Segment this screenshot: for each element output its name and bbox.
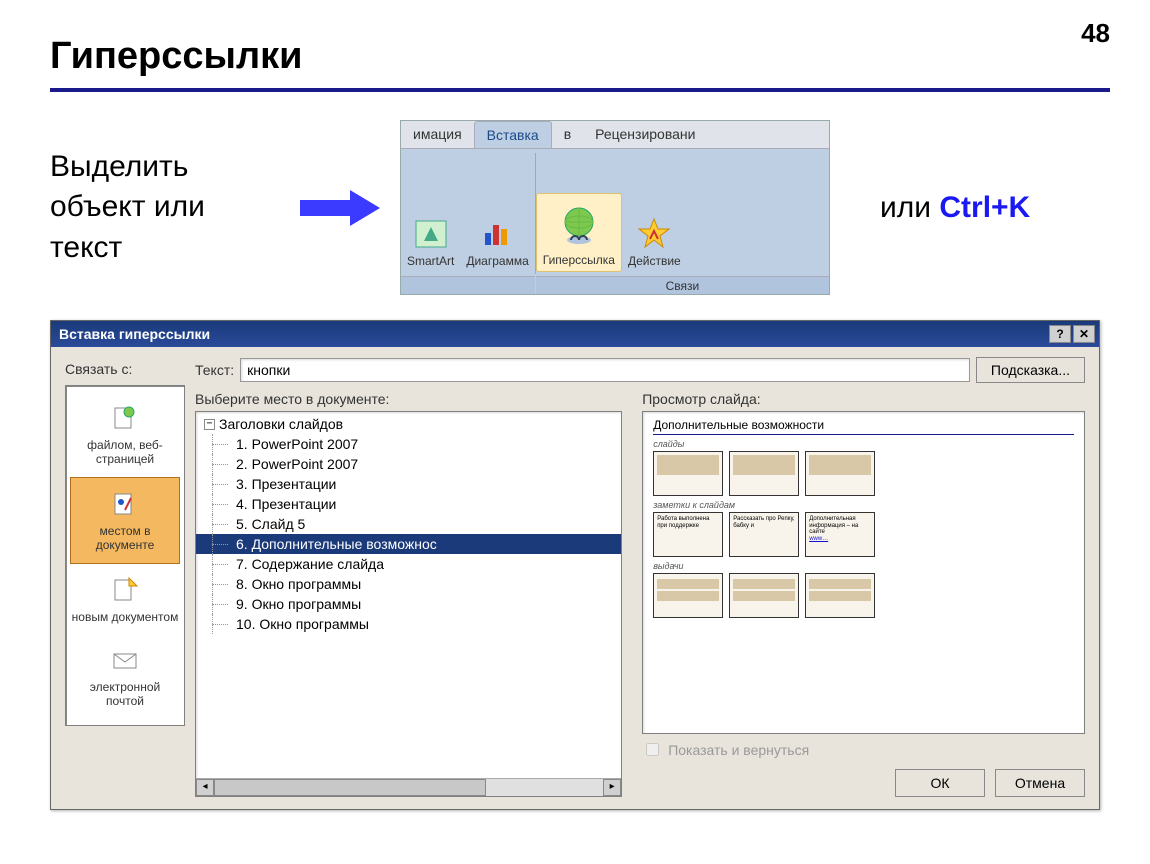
ribbon-snippet: имацияВставкавРецензировани SmartArt Диа [400,120,830,295]
preview-thumb [805,451,875,496]
tree-item[interactable]: 5. Слайд 5 [196,514,621,534]
scroll-left-icon[interactable]: ◂ [196,779,214,796]
place-tree[interactable]: − Заголовки слайдов 1. PowerPoint 20072.… [195,411,622,797]
ribbon-chart[interactable]: Диаграмма [460,210,534,272]
link-with-label: Связать с: [65,357,132,377]
sidebar-item-label: электронной почтой [70,680,180,709]
tree-item[interactable]: 8. Окно программы [196,574,621,594]
sidebar-item[interactable]: местом в документе [70,477,180,564]
show-return-label: Показать и вернуться [668,742,809,758]
sidebar-icon [109,402,141,434]
tree-item[interactable]: 9. Окно программы [196,594,621,614]
h-scrollbar[interactable]: ◂ ▸ [196,778,621,796]
preview-thumb [729,451,799,496]
preview-slide-title: Дополнительные возможности [653,418,1074,435]
titlebar: Вставка гиперссылки ? ✕ [51,321,1099,347]
page-title: Гиперссылки [50,35,1110,92]
ribbon-hyperlink[interactable]: Гиперссылка [536,193,622,272]
ribbon-group-left-caption [401,276,535,294]
hotkey-text: или Ctrl+K [880,191,1030,225]
tree-item[interactable]: 6. Дополнительные возможнос [196,534,621,554]
tree-root[interactable]: − Заголовки слайдов [196,414,621,434]
display-text-input[interactable] [240,358,970,382]
scroll-right-icon[interactable]: ▸ [603,779,621,796]
sidebar-item-label: новым документом [72,610,179,624]
ok-button[interactable]: ОК [895,769,985,797]
ribbon-chart-label: Диаграмма [466,254,528,268]
tree-item[interactable]: 2. PowerPoint 2007 [196,454,621,474]
sidebar-item[interactable]: новым документом [66,564,184,634]
arrow-icon [300,188,380,228]
preview-thumb [729,573,799,618]
tree-item[interactable]: 1. PowerPoint 2007 [196,434,621,454]
ribbon-action[interactable]: Действие [622,210,687,272]
preview-sec-1: слайды [653,439,1074,449]
ribbon-action-label: Действие [628,254,681,268]
close-button[interactable]: ✕ [1073,325,1095,343]
slide-preview: Дополнительные возможности слайды заметк… [642,411,1085,734]
ribbon-tab[interactable]: имация [401,121,474,148]
insert-hyperlink-dialog: Вставка гиперссылки ? ✕ Связать с: файло… [50,320,1100,810]
instruction-text: Выделить объект или текст [50,147,280,269]
sidebar-icon [109,644,141,676]
sidebar-icon [109,574,141,606]
tree-item[interactable]: 4. Презентации [196,494,621,514]
sidebar-item-label: местом в документе [75,524,175,553]
ribbon-hyperlink-label: Гиперссылка [543,253,615,267]
cancel-button[interactable]: Отмена [995,769,1085,797]
globe-link-icon [554,198,604,253]
preview-sec-2: заметки к слайдам [653,500,1074,510]
preview-thumb [653,573,723,618]
sidebar-icon [109,488,141,520]
sidebar-item-label: файлом, веб-страницей [70,438,180,467]
preview-label: Просмотр слайда: [642,391,1085,407]
smartart-icon [411,214,451,254]
dialog-title: Вставка гиперссылки [59,326,210,342]
sidebar-item[interactable]: файлом, веб-страницей [66,392,184,477]
action-icon [634,214,674,254]
tree-label: Выберите место в документе: [195,391,622,407]
help-button[interactable]: ? [1049,325,1071,343]
collapse-icon[interactable]: − [204,419,215,430]
tree-item[interactable]: 10. Окно программы [196,614,621,634]
link-type-sidebar: файлом, веб-страницей местом в документе н… [65,385,185,726]
ribbon-smartart[interactable]: SmartArt [401,210,460,272]
scroll-thumb[interactable] [214,779,486,796]
tree-root-label: Заголовки слайдов [219,416,343,432]
ribbon-links-caption: Связи [536,276,829,294]
sidebar-item[interactable]: электронной почтой [66,634,184,719]
preview-thumb [653,451,723,496]
preview-thumb: Рассказать про Репку, бабку и [729,512,799,557]
tree-item[interactable]: 3. Презентации [196,474,621,494]
preview-thumb: Дополнительная информация – на сайтеwww… [805,512,875,557]
ribbon-tab[interactable]: в [552,121,583,148]
tree-item[interactable]: 7. Содержание слайда [196,554,621,574]
hint-button[interactable]: Подсказка... [976,357,1085,383]
preview-sec-3: выдачи [653,561,1074,571]
chart-icon [478,214,518,254]
ribbon-smartart-label: SmartArt [407,254,454,268]
ribbon-tab[interactable]: Вставка [474,121,552,148]
ribbon-tab[interactable]: Рецензировани [583,121,707,148]
show-return-checkbox [646,743,659,756]
text-label: Текст: [195,362,234,378]
preview-thumb: Работа выполнена при поддержке [653,512,723,557]
preview-thumb [805,573,875,618]
